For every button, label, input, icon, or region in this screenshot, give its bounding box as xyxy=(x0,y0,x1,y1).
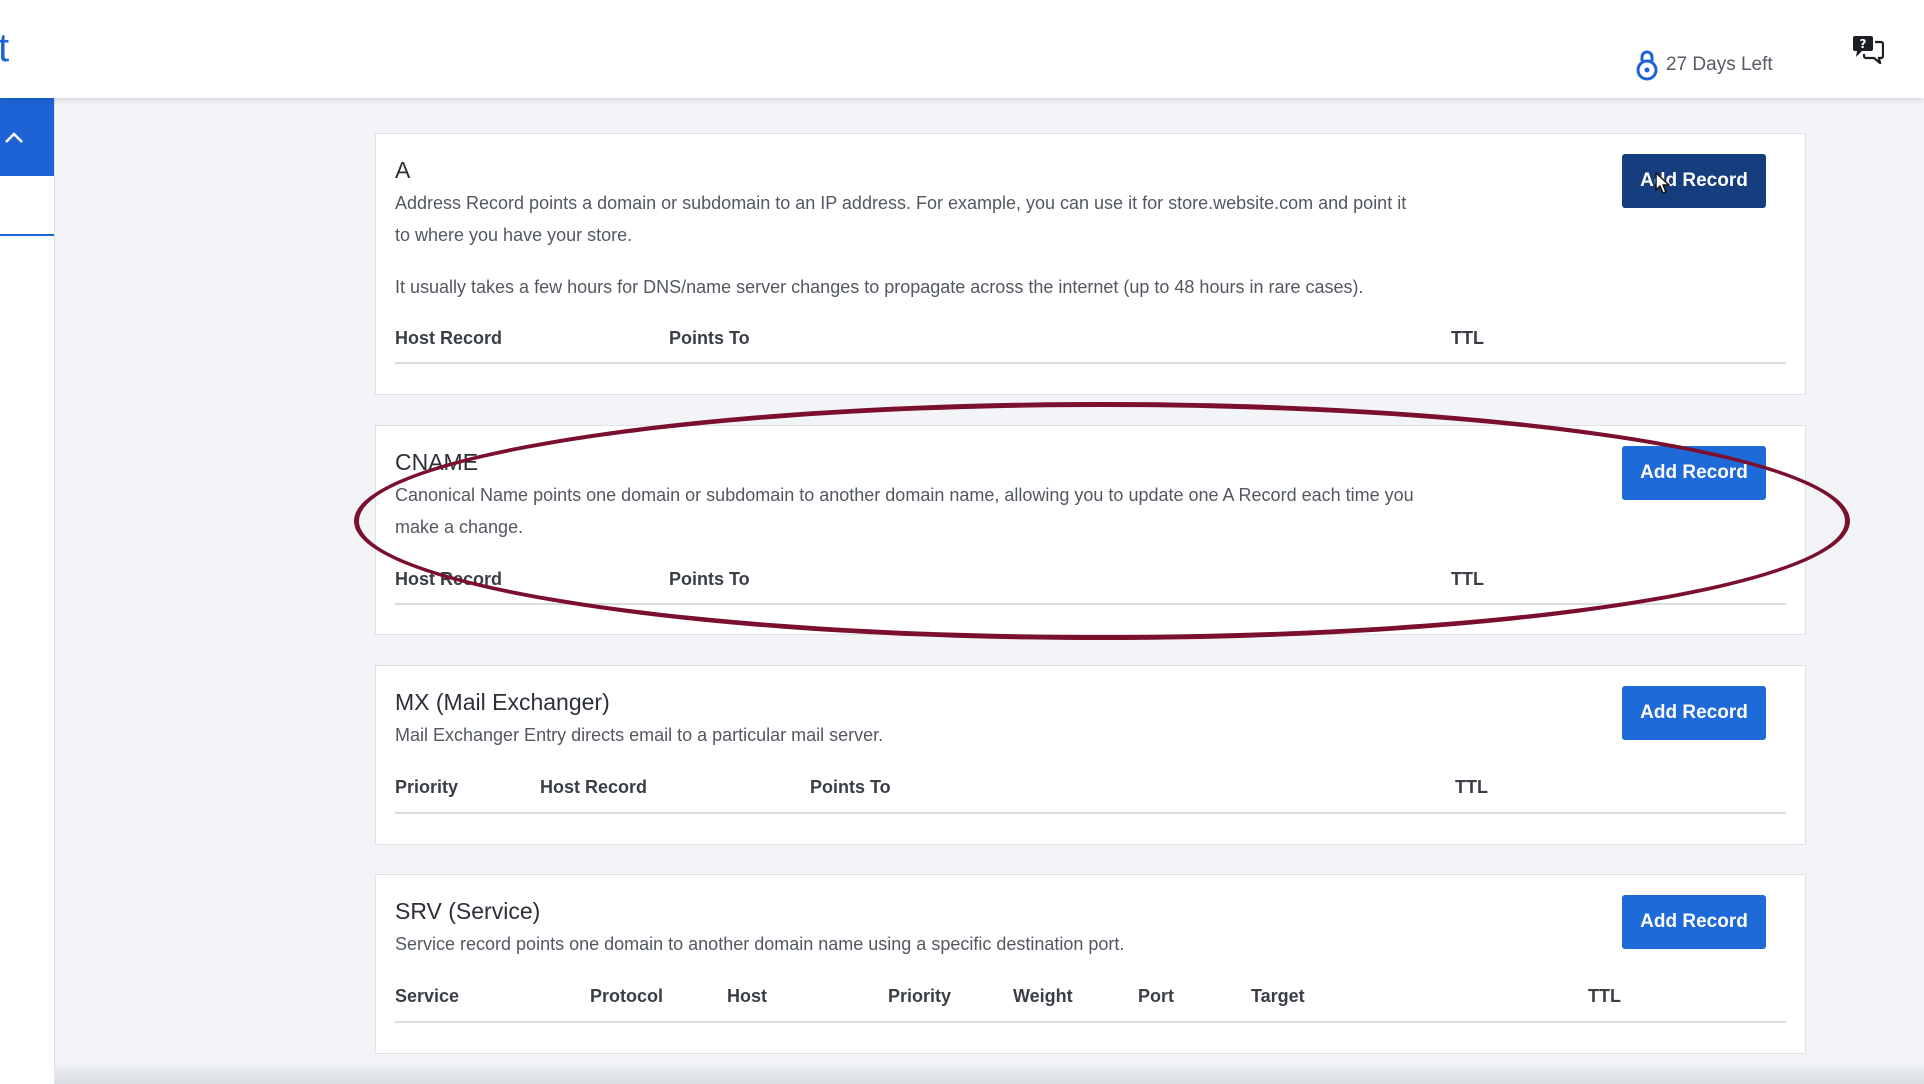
mx-record-title: MX (Mail Exchanger) xyxy=(395,689,610,715)
mx-record-card: MX (Mail Exchanger) Mail Exchanger Entry… xyxy=(375,665,1806,845)
sidebar xyxy=(0,98,55,1084)
chat-help-icon[interactable]: ? xyxy=(1852,34,1884,64)
cname-col-host-record: Host Record xyxy=(395,569,503,589)
srv-col-ttl: TTL xyxy=(1588,986,1621,1006)
a-record-propagation-note: It usually takes a few hours for DNS/nam… xyxy=(395,277,1364,297)
bottom-scroll-shadow xyxy=(0,1062,1924,1084)
lock-icon xyxy=(1636,50,1658,81)
srv-record-card: SRV (Service) Service record points one … xyxy=(375,874,1806,1054)
srv-col-port: Port xyxy=(1138,986,1174,1006)
chevron-up-icon xyxy=(5,132,23,143)
top-bar: t 27 Days Left ? xyxy=(0,0,1924,98)
a-add-record-button[interactable]: Add Record xyxy=(1622,154,1766,208)
a-record-card: A Address Record points a domain or subd… xyxy=(375,133,1806,395)
a-record-description: Address Record points a domain or subdom… xyxy=(395,193,1407,245)
cname-col-points-to: Points To xyxy=(669,569,750,589)
logo-fragment[interactable]: t xyxy=(0,26,9,71)
a-col-host-record: Host Record xyxy=(395,328,503,348)
cname-table-divider xyxy=(395,603,1786,605)
cname-record-title: CNAME xyxy=(395,449,479,475)
svg-text:?: ? xyxy=(1860,37,1867,51)
mx-col-points-to: Points To xyxy=(810,777,891,797)
srv-col-service: Service xyxy=(395,986,460,1006)
sidebar-collapse-toggle[interactable] xyxy=(0,98,54,176)
mx-add-record-button[interactable]: Add Record xyxy=(1622,686,1766,740)
srv-col-protocol: Protocol xyxy=(590,986,664,1006)
srv-add-record-button[interactable]: Add Record xyxy=(1622,895,1766,949)
cname-col-ttl: TTL xyxy=(1451,569,1484,589)
mouse-cursor-icon xyxy=(1655,172,1670,194)
srv-record-title: SRV (Service) xyxy=(395,898,541,924)
trial-status[interactable]: 27 Days Left xyxy=(1636,48,1773,82)
a-col-ttl: TTL xyxy=(1451,328,1484,348)
mx-col-host-record: Host Record xyxy=(540,777,648,797)
sidebar-active-underline xyxy=(0,234,54,236)
mx-record-description: Mail Exchanger Entry directs email to a … xyxy=(395,725,884,745)
srv-record-description: Service record points one domain to anot… xyxy=(395,934,1125,954)
mx-table-divider xyxy=(395,812,1786,814)
a-record-title: A xyxy=(395,157,411,183)
srv-col-priority: Priority xyxy=(888,986,952,1006)
srv-table-divider xyxy=(395,1021,1786,1023)
trial-days-left: 27 Days Left xyxy=(1666,54,1773,75)
mx-col-priority: Priority xyxy=(395,777,459,797)
srv-col-weight: Weight xyxy=(1013,986,1073,1006)
a-col-points-to: Points To xyxy=(669,328,750,348)
cname-record-description: Canonical Name points one domain or subd… xyxy=(395,485,1414,537)
a-table-divider xyxy=(395,362,1786,364)
srv-col-host: Host xyxy=(727,986,767,1006)
cname-record-card: CNAME Canonical Name points one domain o… xyxy=(375,425,1806,635)
cname-add-record-button[interactable]: Add Record xyxy=(1622,446,1766,500)
srv-col-target: Target xyxy=(1251,986,1305,1006)
mx-col-ttl: TTL xyxy=(1455,777,1488,797)
